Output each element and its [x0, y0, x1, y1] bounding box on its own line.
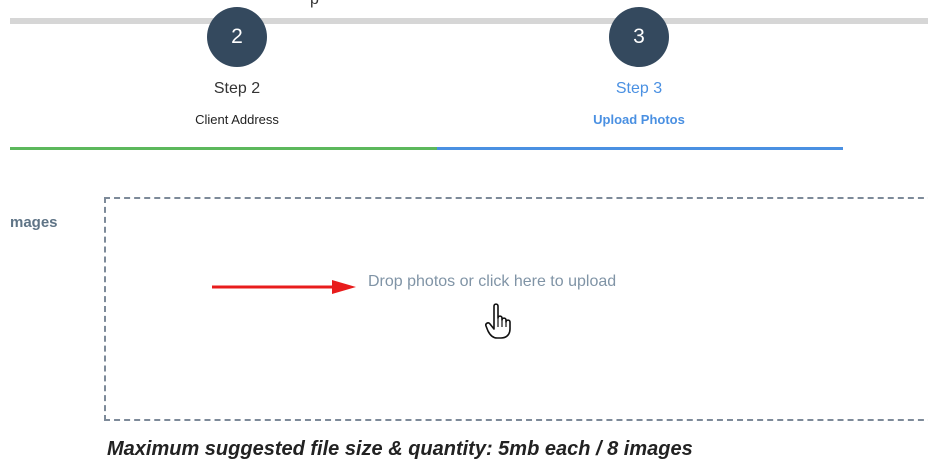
step-3-title: Step 3: [615, 80, 663, 97]
step-2-circle[interactable]: 2: [207, 7, 267, 67]
photo-dropzone[interactable]: [104, 197, 928, 421]
header-text-fragment: p: [310, 0, 319, 9]
dropzone-text[interactable]: Drop photos or click here to upload: [368, 273, 616, 291]
upload-limit-hint: Maximum suggested file size & quantity: …: [107, 438, 693, 460]
right-arrow-icon: [212, 280, 356, 294]
step-3-circle[interactable]: 3: [609, 7, 669, 67]
step-2-underline: [10, 147, 437, 150]
step-2-title: Step 2: [213, 80, 261, 97]
step-3-underline: [437, 147, 843, 150]
hand-pointer-icon: [485, 303, 511, 339]
step-3-subtitle: Upload Photos: [593, 112, 685, 127]
step-2-subtitle: Client Address: [195, 112, 279, 127]
step-progress-track: [10, 18, 928, 24]
images-field-label: mages: [10, 214, 58, 231]
